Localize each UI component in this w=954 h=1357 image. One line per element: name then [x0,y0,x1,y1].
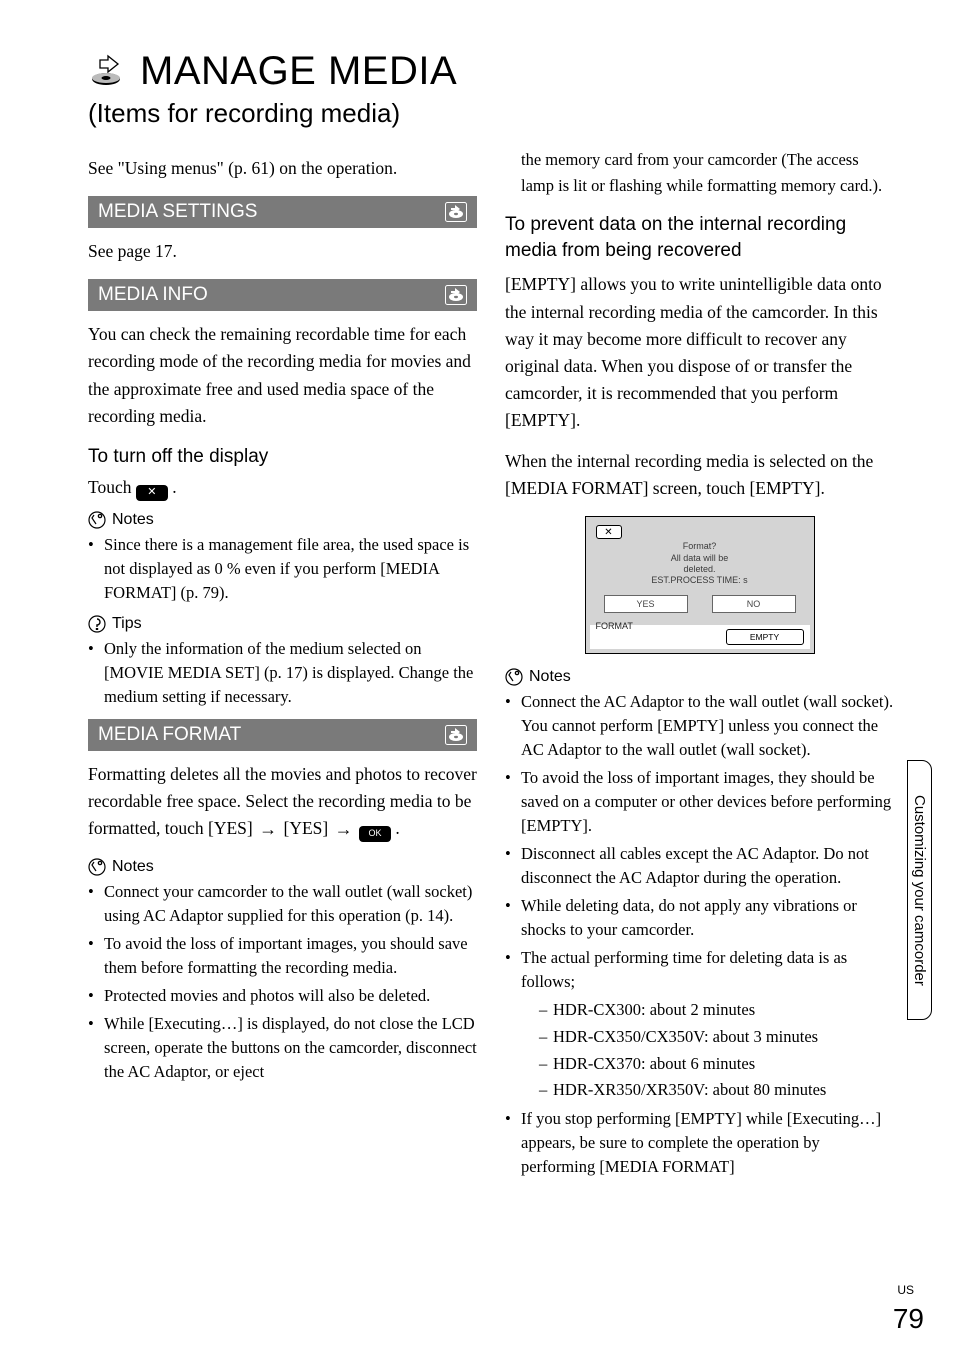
notes-label: Notes [529,668,571,686]
list-item: While [Executing…] is displayed, do not … [88,1012,477,1084]
media-format-body: Formatting deletes all the movies and ph… [88,761,477,844]
columns: See "Using menus" (p. 61) on the operati… [88,147,894,1188]
list-item: While deleting data, do not apply any vi… [505,894,894,942]
screen-message: Format? All data will be deleted. EST.PR… [586,541,814,586]
list-item: HDR-CX300: about 2 minutes [539,997,894,1023]
media-settings-bar: MEDIA SETTINGS [88,196,477,228]
list-item: To avoid the loss of important images, y… [88,932,477,980]
section-bar-label: MEDIA FORMAT [98,724,241,746]
list-item: Connect your camcorder to the wall outle… [88,880,477,928]
notes-header: Notes [88,511,477,529]
side-tab: Customizing your camcorder [907,760,932,1020]
list-item: If you stop performing [EMPTY] while [Ex… [505,1107,894,1179]
screen-line: All data will be [586,553,814,564]
screen-close-button: ✕ [596,525,622,539]
notes-icon [505,668,523,686]
page-subtitle: (Items for recording media) [88,98,894,129]
notes-header: Notes [505,668,894,686]
media-format-bar: MEDIA FORMAT [88,719,477,751]
close-icon [136,485,168,501]
manage-media-icon [88,54,130,90]
list-item-text: The actual performing time for deleting … [521,948,847,991]
page-title-row: MANAGE MEDIA [88,48,894,94]
dash-list: HDR-CX300: about 2 minutes HDR-CX350/CX3… [521,997,894,1102]
disc-icon [445,725,467,745]
notes-header: Notes [88,858,477,876]
list-item: HDR-CX370: about 6 minutes [539,1051,894,1077]
list-item: HDR-CX350/CX350V: about 3 minutes [539,1024,894,1050]
footer-region: US [897,1283,914,1297]
notes-icon [88,858,106,876]
continued-note: the memory card from your camcorder (The… [505,147,894,198]
tips-label: Tips [112,615,142,633]
touch-line: Touch . [88,473,477,501]
disc-icon [445,285,467,305]
list-item: Connect the AC Adaptor to the wall outle… [505,690,894,762]
period: . [172,477,176,497]
prevent-heading: To prevent data on the internal recordin… [505,212,894,263]
notes-label: Notes [112,858,154,876]
list-item: The actual performing time for deleting … [505,946,894,1103]
disc-icon [445,202,467,222]
list-item: Protected movies and photos will also be… [88,984,477,1008]
notes-list-3: Connect the AC Adaptor to the wall outle… [505,690,894,1178]
tips-header: Tips [88,615,477,633]
list-item: Only the information of the medium selec… [88,637,477,709]
arrow-right-icon: → [257,819,279,839]
list-item: To avoid the loss of important images, t… [505,766,894,838]
camcorder-screen: ✕ Format? All data will be deleted. EST.… [585,516,815,654]
right-column: the memory card from your camcorder (The… [505,147,894,1188]
empty-body: [EMPTY] allows you to write unintelligib… [505,271,894,434]
turn-off-heading: To turn off the display [88,444,477,470]
touch-label: Touch [88,477,136,497]
notes-list-2: Connect your camcorder to the wall outle… [88,880,477,1083]
arrow-right-icon: → [333,819,355,839]
tips-icon [88,615,106,633]
screen-no-button: NO [712,595,796,613]
left-column: See "Using menus" (p. 61) on the operati… [88,147,477,1188]
ok-icon [359,826,391,842]
page-number: 79 [893,1303,924,1335]
notes-list-1: Since there is a management file area, t… [88,533,477,605]
tips-list-1: Only the information of the medium selec… [88,637,477,709]
when-selected-body: When the internal recording media is sel… [505,448,894,502]
notes-icon [88,511,106,529]
screen-line: EST.PROCESS TIME: s [586,575,814,586]
media-info-body: You can check the remaining recordable t… [88,321,477,430]
screen-line: Format? [586,541,814,552]
list-item: HDR-XR350/XR350V: about 80 minutes [539,1077,894,1103]
notes-label: Notes [112,511,154,529]
screen-format-label: FORMAT [596,621,633,631]
media-info-bar: MEDIA INFO [88,279,477,311]
list-item: Since there is a management file area, t… [88,533,477,605]
screen-line: deleted. [586,564,814,575]
intro-text: See "Using menus" (p. 61) on the operati… [88,155,477,182]
period: . [395,818,399,838]
see-page-17: See page 17. [88,238,477,265]
yes-label: [YES] [279,818,332,838]
page-title: MANAGE MEDIA [140,49,457,94]
page: MANAGE MEDIA (Items for recording media)… [0,0,954,1357]
list-item: Disconnect all cables except the AC Adap… [505,842,894,890]
section-bar-label: MEDIA INFO [98,284,208,306]
screen-yes-button: YES [604,595,688,613]
screen-empty-button: EMPTY [726,629,804,645]
section-bar-label: MEDIA SETTINGS [98,201,257,223]
